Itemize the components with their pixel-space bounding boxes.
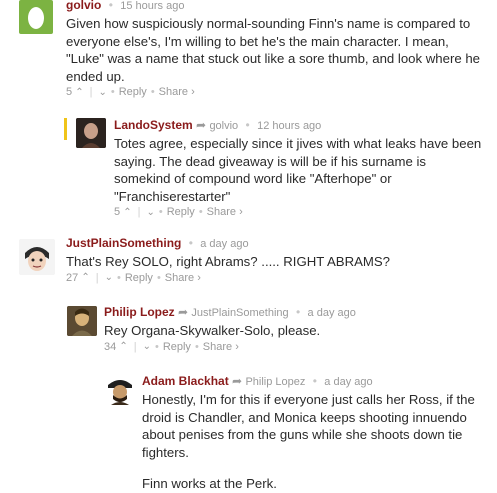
- reply-to-name[interactable]: Philip Lopez: [245, 376, 305, 388]
- reply-link[interactable]: Reply: [119, 86, 147, 98]
- new-comment-highlight: [64, 118, 67, 140]
- cartoon-face-icon: [19, 239, 55, 275]
- author-name[interactable]: JustPlainSomething: [66, 236, 181, 250]
- author-name[interactable]: golvio: [66, 0, 101, 12]
- reply-arrow-icon: ➦: [196, 118, 207, 132]
- person-avatar-icon: [67, 306, 97, 336]
- comment-actions: 34 ⌃ | ⌄ • Reply • Share ›: [104, 340, 239, 353]
- chevron-down-icon[interactable]: ⌄: [146, 207, 154, 218]
- avatar[interactable]: [67, 306, 97, 336]
- vote-count: 5: [66, 86, 73, 98]
- reply-link[interactable]: Reply: [167, 206, 195, 218]
- timestamp[interactable]: a day ago: [308, 307, 356, 319]
- chevron-up-icon[interactable]: ⌃: [119, 341, 127, 352]
- avatar[interactable]: [19, 0, 53, 34]
- reply-link[interactable]: Reply: [163, 341, 191, 353]
- author-name[interactable]: Adam Blackhat: [142, 374, 229, 388]
- chevron-down-icon[interactable]: ⌄: [105, 272, 113, 283]
- reply-to-name[interactable]: golvio: [209, 120, 238, 132]
- reply-arrow-icon: ➦: [178, 305, 189, 319]
- comment-text-paragraph-2: Finn works at the Perk.: [142, 476, 277, 491]
- comment-text: Totes agree, especially since it jives w…: [114, 136, 482, 204]
- vote-count: 5: [114, 206, 121, 218]
- comment-actions: 27 ⌃ | ⌄ • Reply • Share ›: [66, 271, 201, 284]
- timestamp[interactable]: 15 hours ago: [120, 0, 184, 12]
- avatar[interactable]: [105, 375, 135, 405]
- share-link[interactable]: Share ›: [203, 341, 239, 353]
- chevron-up-icon[interactable]: ⌃: [123, 207, 131, 218]
- author-name[interactable]: Philip Lopez: [104, 305, 175, 319]
- timestamp[interactable]: a day ago: [324, 376, 372, 388]
- author-name[interactable]: LandoSystem: [114, 118, 193, 132]
- comment-text: That's Rey SOLO, right Abrams? ..... RIG…: [66, 254, 391, 269]
- person-avatar-icon: [105, 375, 135, 405]
- reply-to-name[interactable]: JustPlainSomething: [191, 307, 288, 319]
- chevron-down-icon[interactable]: ⌄: [98, 87, 106, 98]
- vote-count: 34: [104, 340, 117, 353]
- comment-actions: 5 ⌃ | ⌄ • Reply • Share ›: [114, 206, 243, 218]
- chevron-up-icon[interactable]: ⌃: [75, 87, 83, 98]
- egg-icon: [28, 7, 44, 29]
- share-link[interactable]: Share ›: [207, 206, 243, 218]
- comment-text: Honestly, I'm for this if everyone just …: [142, 391, 487, 493]
- vote-count: 27: [66, 271, 79, 284]
- chevron-up-icon[interactable]: ⌃: [81, 272, 89, 283]
- share-link[interactable]: Share ›: [165, 272, 201, 284]
- reply-link[interactable]: Reply: [125, 272, 153, 284]
- share-link[interactable]: Share ›: [159, 86, 195, 98]
- avatar[interactable]: [19, 239, 55, 275]
- timestamp[interactable]: a day ago: [200, 238, 248, 250]
- comment-text: Rey Organa-Skywalker-Solo, please.: [104, 323, 321, 338]
- comment-actions: 5 ⌃ | ⌄ • Reply • Share ›: [66, 86, 195, 98]
- timestamp[interactable]: 12 hours ago: [257, 120, 321, 132]
- comment-text: Given how suspiciously normal-sounding F…: [66, 16, 481, 84]
- chevron-down-icon[interactable]: ⌄: [143, 341, 151, 352]
- avatar[interactable]: [76, 118, 106, 148]
- reply-arrow-icon: ➦: [232, 374, 243, 388]
- person-avatar-icon: [76, 118, 106, 148]
